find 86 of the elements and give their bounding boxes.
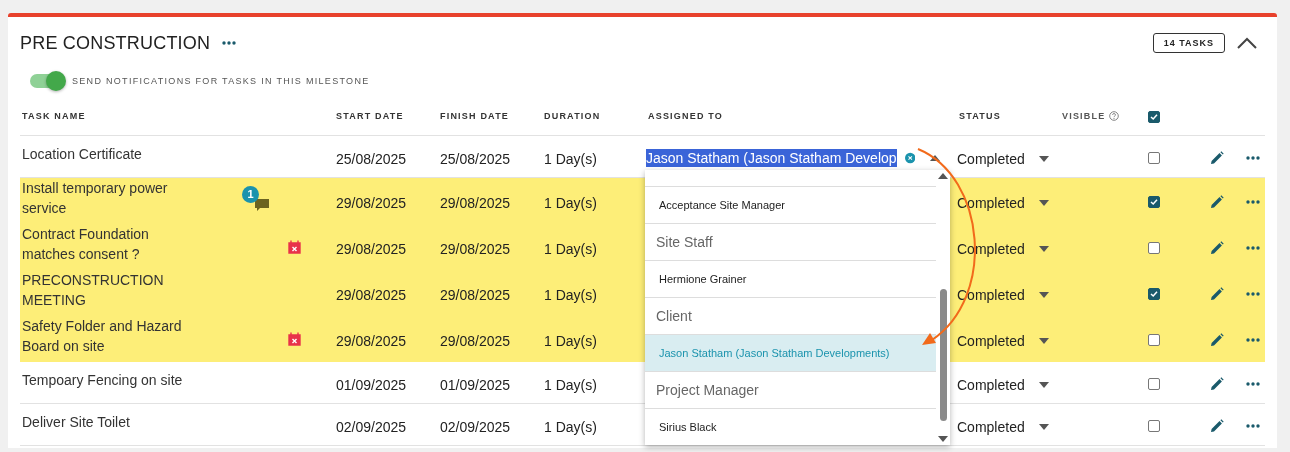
help-icon[interactable]: [1109, 111, 1120, 121]
edit-button[interactable]: [1210, 150, 1224, 165]
duration: 1 Day(s): [543, 418, 598, 435]
calendar-x-icon[interactable]: [288, 331, 301, 346]
status-value[interactable]: Completed: [957, 418, 1025, 435]
caret-icon[interactable]: [930, 154, 940, 161]
column-header: START DATE: [335, 111, 405, 121]
status-value[interactable]: Completed: [957, 332, 1025, 349]
calendar-x-icon[interactable]: [288, 239, 301, 254]
visible-checkbox[interactable]: [1148, 195, 1160, 208]
status-value[interactable]: Completed: [957, 150, 1025, 167]
caret-icon[interactable]: [1038, 155, 1049, 162]
task-name: Install temporary power service: [22, 178, 169, 218]
duration: 1 Day(s): [543, 376, 598, 393]
finish-date: 29/08/2025: [439, 194, 512, 211]
finish-date: 01/09/2025: [439, 376, 512, 393]
edit-button[interactable]: [1210, 332, 1224, 347]
visible-checkbox[interactable]: [1148, 419, 1160, 432]
start-date: 29/08/2025: [335, 194, 408, 211]
visible-checkbox[interactable]: [1148, 241, 1160, 254]
duration: 1 Day(s): [543, 194, 598, 211]
caret-icon[interactable]: [1038, 291, 1049, 298]
caret-icon[interactable]: [1038, 423, 1049, 430]
row-menu-button[interactable]: [1246, 337, 1260, 342]
task-name: Deliver Site Toilet: [22, 412, 131, 432]
start-date: 29/08/2025: [335, 286, 408, 303]
column-header: FINISH DATE: [439, 111, 511, 121]
task-name: Safety Folder and Hazard Board on site: [22, 316, 183, 356]
column-header: TASK NAME: [21, 111, 87, 121]
caret-icon[interactable]: [1038, 381, 1049, 388]
milestone-title: PRE CONSTRUCTION: [20, 32, 211, 54]
column-header: VISIBLE: [1062, 111, 1106, 121]
edit-button[interactable]: [1210, 194, 1224, 209]
task-name: Tempoary Fencing on site: [22, 370, 184, 390]
task-name: PRECONSTRUCTION MEETING: [22, 270, 165, 310]
duration: 1 Day(s): [543, 240, 598, 257]
row-menu-button[interactable]: [1246, 245, 1260, 250]
column-header: ASSIGNED TO: [647, 111, 725, 121]
scrollbar-thumb[interactable]: [939, 289, 947, 421]
comment-icon[interactable]: [254, 197, 270, 212]
start-date: 01/09/2025: [335, 376, 408, 393]
finish-date: 25/08/2025: [439, 150, 512, 167]
notification-label: SEND NOTIFICATIONS FOR TASKS IN THIS MILESTONE: [72, 76, 370, 86]
caret-icon[interactable]: [1038, 199, 1049, 206]
edit-button[interactable]: [1210, 286, 1224, 301]
row-menu-button[interactable]: [1246, 291, 1260, 296]
task-name: Contract Foundation matches consent ?: [22, 224, 150, 264]
assignee-option[interactable]: Hermione Grainer: [645, 260, 936, 297]
finish-date: 29/08/2025: [439, 240, 512, 257]
caret-icon[interactable]: [1038, 337, 1049, 344]
edit-button[interactable]: [1210, 418, 1224, 433]
comment-count-badge: 1: [242, 185, 259, 203]
row-menu-button[interactable]: [1246, 155, 1260, 160]
clear-icon[interactable]: [904, 150, 915, 165]
column-header: STATUS: [958, 111, 1002, 121]
finish-date: 29/08/2025: [439, 332, 512, 349]
visible-checkbox[interactable]: [1148, 287, 1160, 300]
scroll-down-icon[interactable]: [938, 436, 948, 442]
start-date: 25/08/2025: [335, 150, 408, 167]
finish-date: 29/08/2025: [439, 286, 512, 303]
column-header: DURATION: [543, 111, 602, 121]
collapse-button[interactable]: [1237, 37, 1257, 49]
start-date: 29/08/2025: [335, 332, 408, 349]
start-date: 29/08/2025: [335, 240, 408, 257]
assignee-option[interactable]: Acceptance Site Manager: [645, 186, 936, 223]
select-all-checkbox[interactable]: [1148, 111, 1160, 123]
duration: 1 Day(s): [543, 286, 598, 303]
notification-toggle[interactable]: [30, 74, 64, 88]
milestone-menu-button[interactable]: [222, 41, 237, 45]
row-menu-button[interactable]: [1246, 423, 1260, 428]
row-menu-button[interactable]: [1246, 381, 1260, 386]
visible-checkbox[interactable]: [1148, 151, 1160, 164]
visible-checkbox[interactable]: [1148, 333, 1160, 346]
edit-button[interactable]: [1210, 376, 1224, 391]
start-date: 02/09/2025: [335, 418, 408, 435]
edit-button[interactable]: [1210, 240, 1224, 255]
row-menu-button[interactable]: [1246, 199, 1260, 204]
assignee-option[interactable]: Sirius Black: [645, 408, 936, 445]
task-count-badge: 14 TASKS: [1152, 33, 1225, 53]
visible-checkbox[interactable]: [1148, 377, 1160, 390]
duration: 1 Day(s): [543, 150, 598, 167]
caret-icon[interactable]: [1038, 245, 1049, 252]
task-name: Location Certificate: [22, 144, 143, 164]
duration: 1 Day(s): [543, 332, 598, 349]
finish-date: 02/09/2025: [439, 418, 512, 435]
status-value[interactable]: Completed: [957, 376, 1025, 393]
